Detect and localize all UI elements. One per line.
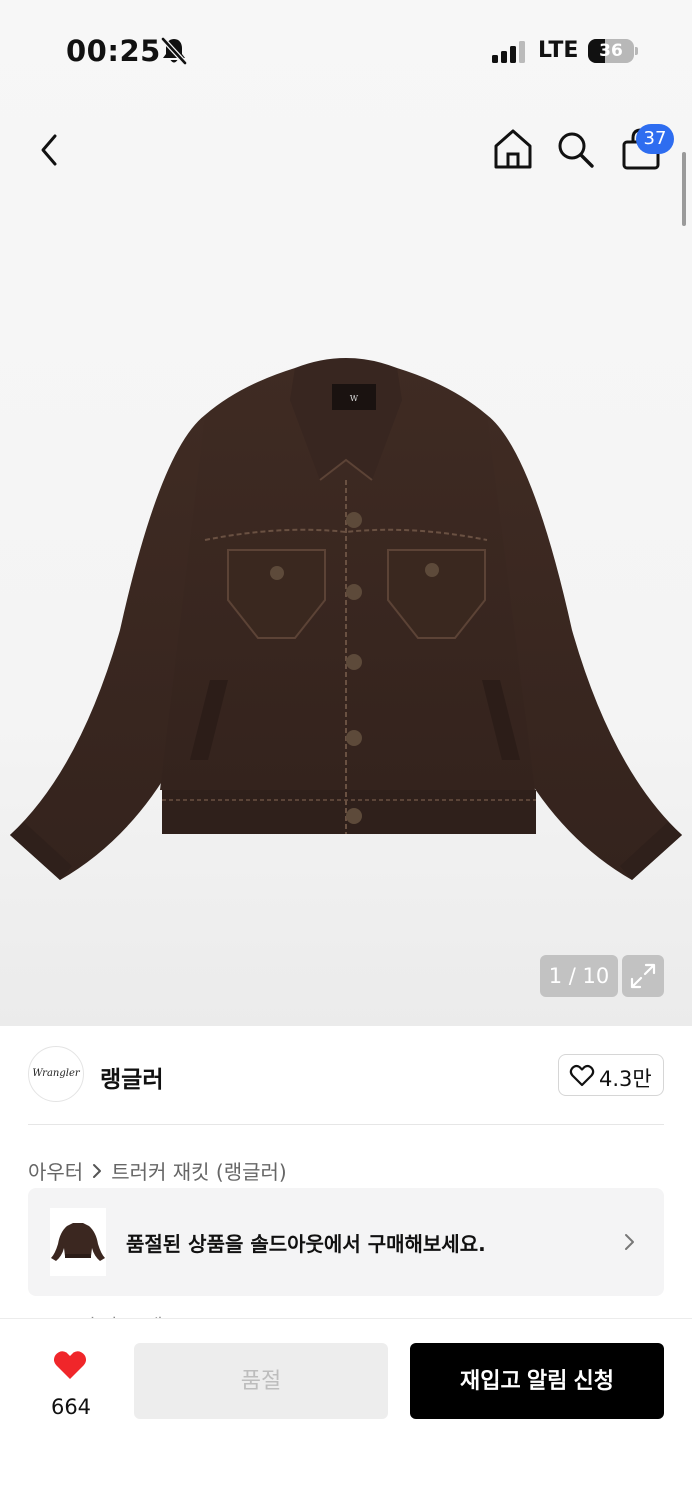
svg-text:W: W — [350, 394, 359, 403]
breadcrumb-product[interactable]: 트러커 재킷 (랭글러) — [111, 1156, 287, 1185]
status-bar: 00:25 LTE 36 — [0, 0, 692, 100]
back-button[interactable] — [30, 128, 70, 172]
wishlist-button[interactable]: 664 — [36, 1345, 106, 1425]
image-counter: 1 / 10 — [540, 955, 618, 997]
section-divider — [28, 1124, 664, 1125]
battery-percent: 36 — [599, 41, 623, 61]
search-button[interactable] — [554, 128, 596, 170]
restock-alert-button[interactable]: 재입고 알림 신청 — [410, 1343, 664, 1419]
chevron-right-icon — [625, 1234, 634, 1250]
banner-text: 품절된 상품을 솔드아웃에서 구매해보세요. — [126, 1232, 486, 1256]
brand-like-button[interactable]: 4.3만 — [558, 1054, 664, 1096]
product-jacket-image: W — [10, 358, 682, 880]
home-button[interactable] — [490, 126, 536, 172]
brand-like-count: 4.3만 — [599, 1067, 652, 1091]
brand-logo-text: Wrangler — [32, 1068, 80, 1079]
bell-slash-icon — [161, 37, 187, 65]
heart-filled-icon — [53, 1351, 87, 1379]
network-type: LTE — [538, 38, 579, 63]
soldout-button: 품절 — [134, 1343, 388, 1419]
signal-bars-icon — [492, 41, 525, 63]
battery-tip — [635, 47, 638, 55]
product-image-gallery[interactable]: 00:25 LTE 36 37 W 1 / 10 — [0, 0, 692, 1026]
banner-thumbnail-image — [50, 1208, 106, 1276]
breadcrumb-category[interactable]: 아우터 — [28, 1156, 83, 1185]
wishlist-count: 664 — [50, 1395, 92, 1419]
cart-count-badge: 37 — [636, 124, 674, 154]
status-time: 00:25 — [66, 34, 161, 68]
heart-outline-icon — [569, 1064, 595, 1087]
chevron-right-icon — [93, 1163, 102, 1178]
soldout-promo-banner[interactable]: 품절된 상품을 솔드아웃에서 구매해보세요. — [28, 1188, 664, 1296]
scroll-indicator[interactable] — [682, 152, 686, 226]
battery-icon: 36 — [588, 39, 634, 63]
breadcrumb: 아우터 트러커 재킷 (랭글러) — [28, 1156, 287, 1185]
brand-name[interactable]: 랭글러 — [100, 1060, 163, 1094]
bottom-purchase-bar: 664 품절 재입고 알림 신청 — [0, 1318, 692, 1500]
expand-button[interactable] — [622, 955, 664, 997]
brand-logo[interactable]: Wrangler — [28, 1046, 84, 1102]
